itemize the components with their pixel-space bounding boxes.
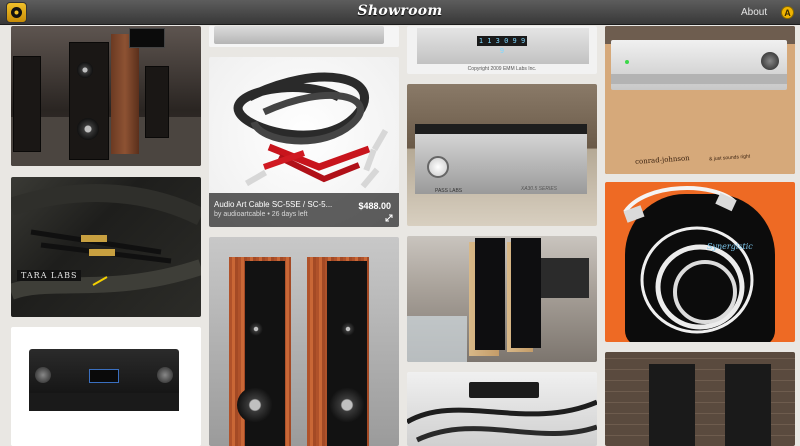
listing-tile-audio-art-cable[interactable]: Audio Art Cable SC-5SE / SC-5... by audi…: [209, 57, 399, 227]
speaker-image: [511, 238, 541, 348]
power-cable-illustration: [623, 186, 754, 334]
listing-tile-cd-player[interactable]: 1 1 3 0 9 9 9 Copyright 2009 EMM Labs In…: [407, 26, 597, 74]
speaker-image: [145, 66, 169, 138]
listing-tile-speaker-room[interactable]: [11, 26, 201, 166]
bag-logo: Synergistic: [707, 242, 753, 251]
speaker-driver: [249, 322, 263, 336]
speaker-driver: [341, 322, 355, 336]
speaker-driver: [237, 387, 273, 423]
speaker-driver: [329, 387, 365, 423]
listing-caption: Audio Art Cable SC-5SE / SC-5... by audi…: [209, 193, 399, 227]
speaker-image: [649, 364, 695, 446]
listing-tile-gallery-speakers[interactable]: [407, 236, 597, 362]
speaker-image: [13, 56, 41, 152]
listing-tile-power-cable[interactable]: Synergistic: [605, 182, 795, 342]
power-meter: [427, 156, 449, 178]
speaker-image: [725, 364, 771, 446]
glass-table: [407, 316, 467, 362]
cd-display: 1 1 3 0 9 9 9: [477, 36, 527, 55]
listing-tile-wood-tower-speakers[interactable]: [209, 237, 399, 446]
speaker-image: [69, 42, 109, 160]
amp-image: PASS LABS XA30.5 SERIES: [415, 124, 587, 194]
amp-image: [214, 26, 384, 44]
listing-tile-pass-labs-amp[interactable]: PASS LABS XA30.5 SERIES: [407, 84, 597, 226]
user-avatar[interactable]: A: [781, 6, 794, 19]
preamp-image: [611, 40, 787, 90]
power-led: [625, 60, 629, 64]
listing-title[interactable]: Audio Art Cable SC-5SE / SC-5...: [214, 200, 332, 209]
listing-price: $488.00: [358, 201, 391, 211]
speaker-image: [111, 34, 139, 154]
listing-tile-power-conditioner-cable[interactable]: [407, 372, 597, 446]
expand-diagonal-icon[interactable]: [385, 214, 393, 222]
listing-tile-marantz-receiver[interactable]: [11, 327, 201, 446]
receiver-bezel: [29, 393, 179, 411]
listing-tile-tara-labs-cable[interactable]: TARA LABS: [11, 177, 201, 317]
image-copyright: Copyright 2009 EMM Labs Inc.: [467, 66, 537, 72]
amp-series: XA30.5 SERIES: [520, 186, 557, 192]
app-title: Showroom: [357, 3, 443, 19]
top-bar: Showroom About A: [0, 0, 800, 25]
listing-tile-silver-amp[interactable]: [209, 26, 399, 47]
cd-player-image: 1 1 3 0 9 9 9: [417, 28, 589, 64]
speaker-driver: [77, 118, 99, 140]
speaker-image: [475, 238, 505, 350]
preamp-knob: [761, 52, 779, 70]
receiver-display: [89, 369, 119, 383]
amp-brand: PASS LABS: [435, 188, 463, 194]
cable-illustration: [407, 382, 597, 443]
receiver-image: [29, 349, 179, 411]
tv-screen: [129, 28, 165, 48]
listing-subtitle: by audioartcable • 26 days left: [214, 211, 308, 218]
about-link[interactable]: About: [741, 7, 767, 18]
cable-illustration: [11, 184, 201, 300]
listing-tile-bookshelf-speakers[interactable]: [605, 352, 795, 446]
listing-tile-conrad-johnson[interactable]: conrad-johnson & just sounds right: [605, 26, 795, 174]
volume-knob: [35, 367, 51, 383]
volume-knob: [157, 367, 173, 383]
brand-label: TARA LABS: [17, 270, 82, 281]
preamp-faceplate-trim: [611, 74, 787, 84]
equipment-rack: [537, 258, 589, 298]
speaker-driver: [77, 62, 93, 78]
